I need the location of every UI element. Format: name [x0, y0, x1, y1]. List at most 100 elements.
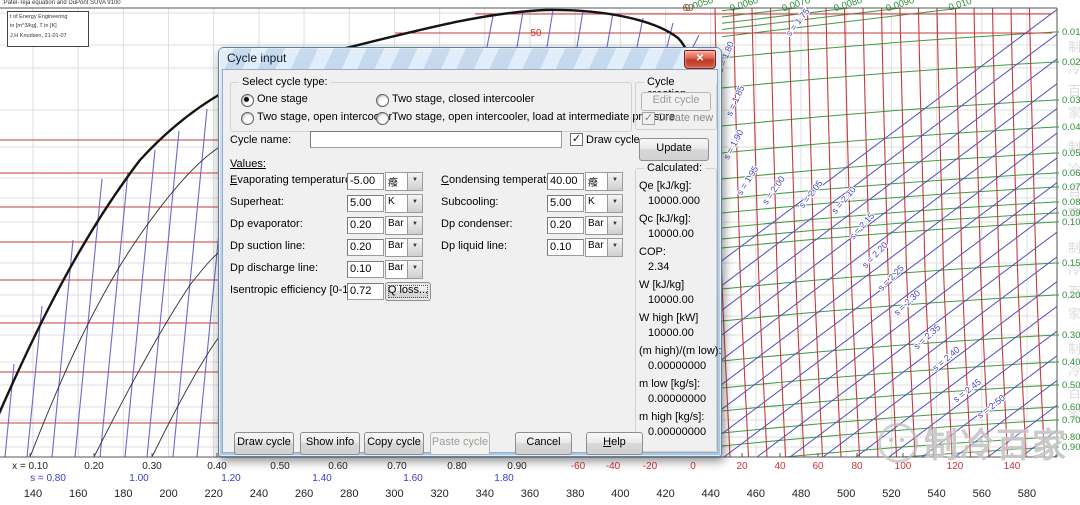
svg-text:0.20: 0.20: [84, 461, 104, 472]
svg-text:0.80: 0.80: [447, 461, 467, 472]
chevron-down-icon[interactable]: ▼: [407, 217, 422, 234]
calc-value: 10000.00: [648, 294, 694, 306]
calc-value: 10000.00: [648, 228, 694, 240]
chevron-down-icon[interactable]: ▼: [407, 261, 422, 278]
dp-condenser-input[interactable]: [547, 217, 584, 234]
radio-two-stage-open-intercooler-load-at-intermediate-pressure[interactable]: [376, 112, 389, 125]
unit-dropdown[interactable]: Bar ▼: [585, 216, 623, 235]
info-box-line: J.H Knudsen, 21-01-07: [10, 32, 86, 41]
value-row-label: Evaporating temperature:: [230, 174, 354, 186]
svg-text:160: 160: [69, 488, 87, 500]
evaporating-temperature-input[interactable]: [347, 173, 384, 190]
values-heading: Values:: [230, 158, 266, 170]
svg-text:420: 420: [656, 488, 674, 500]
q-loss-button[interactable]: Q loss...: [385, 282, 431, 301]
svg-text:40: 40: [774, 461, 786, 472]
calc-label: W high [kW]: [639, 312, 698, 324]
cancel-button[interactable]: Cancel: [515, 432, 572, 455]
superheat-input[interactable]: [347, 195, 384, 212]
svg-text:440: 440: [702, 488, 720, 500]
unit-dropdown[interactable]: Bar ▼: [385, 260, 423, 279]
radio-label: Two stage, open intercooler, load at int…: [392, 111, 675, 123]
copy-cycle-button[interactable]: Copy cycle: [364, 432, 424, 455]
paste-cycle-button[interactable]: Paste cycle: [430, 432, 490, 455]
unit-value: Bar: [386, 261, 407, 278]
svg-text:s = 2.20: s = 2.20: [860, 240, 890, 270]
edit-cycle-button[interactable]: Edit cycle: [641, 92, 711, 111]
svg-text:260: 260: [295, 488, 313, 500]
svg-text:s = 0.80: s = 0.80: [30, 473, 66, 484]
svg-text:480: 480: [792, 488, 810, 500]
chevron-down-icon[interactable]: ▼: [407, 173, 422, 190]
value-row-label: Superheat:: [230, 196, 284, 208]
chevron-down-icon[interactable]: ▼: [407, 239, 422, 256]
dp-discharge-line-input[interactable]: [347, 261, 384, 278]
svg-text:50: 50: [530, 28, 542, 39]
condensing-temperature-input[interactable]: [547, 173, 584, 190]
chevron-down-icon[interactable]: ▼: [607, 239, 622, 256]
unit-value: Bar: [586, 239, 607, 256]
svg-text:560: 560: [973, 488, 991, 500]
show-info-button[interactable]: Show info: [300, 432, 360, 455]
create-new-label: Create new: [657, 112, 713, 124]
svg-text:x = 0.10: x = 0.10: [12, 461, 48, 472]
svg-text:1.80: 1.80: [494, 473, 514, 484]
close-icon[interactable]: ✕: [684, 50, 716, 69]
calc-value: 0.00000000: [648, 360, 706, 372]
isentropic-efficiency-0-1-input[interactable]: [347, 283, 384, 300]
svg-text:80: 80: [851, 461, 863, 472]
unit-dropdown[interactable]: K ▼: [585, 194, 623, 213]
create-new-checkbox[interactable]: ✓: [642, 112, 655, 125]
unit-dropdown[interactable]: Bar ▼: [585, 238, 623, 257]
unit-dropdown[interactable]: 癈 ▼: [585, 172, 623, 191]
svg-text:320: 320: [430, 488, 448, 500]
svg-text:0: 0: [690, 461, 696, 472]
value-row-label: Dp evaporator:: [230, 218, 303, 230]
chevron-down-icon[interactable]: ▼: [407, 195, 422, 212]
draw-cycle-checkbox[interactable]: ✓: [570, 133, 583, 146]
svg-text:280: 280: [340, 488, 358, 500]
unit-value: 癈: [586, 173, 607, 190]
svg-text:100: 100: [895, 461, 912, 472]
unit-dropdown[interactable]: Bar ▼: [385, 216, 423, 235]
radio-two-stage-closed-intercooler[interactable]: [376, 94, 389, 107]
dp-liquid-line-input[interactable]: [547, 239, 584, 256]
unit-value: 癈: [386, 173, 407, 190]
calc-label: COP:: [639, 246, 666, 258]
dp-suction-line-input[interactable]: [347, 239, 384, 256]
svg-text:200: 200: [159, 488, 177, 500]
svg-text:s = 2.00: s = 2.00: [760, 174, 787, 206]
svg-text:520: 520: [882, 488, 900, 500]
svg-text:540: 540: [927, 488, 945, 500]
svg-text:1.00: 1.00: [129, 473, 149, 484]
help-button[interactable]: Help: [586, 432, 643, 455]
svg-text:-20: -20: [643, 461, 658, 472]
calc-label: m low [kg/s]:: [639, 378, 700, 390]
radio-one-stage[interactable]: [241, 94, 254, 107]
value-row-label: Dp suction line:: [230, 240, 305, 252]
chevron-down-icon[interactable]: ▼: [607, 217, 622, 234]
radio-label: Two stage, open intercooler: [257, 111, 392, 123]
dialog-title[interactable]: Cycle input: [219, 48, 721, 69]
draw-cycle-label: Draw cycle: [586, 134, 640, 146]
cycle-name-input[interactable]: [310, 131, 562, 148]
subcooling-input[interactable]: [547, 195, 584, 212]
unit-dropdown[interactable]: K ▼: [385, 194, 423, 213]
cycle-type-group: Select cycle type: One stage Two stage, …: [230, 82, 632, 132]
chevron-down-icon[interactable]: ▼: [607, 173, 622, 190]
unit-dropdown[interactable]: 癈 ▼: [385, 172, 423, 191]
draw-cycle-button[interactable]: Draw cycle: [234, 432, 294, 455]
svg-text:20: 20: [736, 461, 748, 472]
radio-two-stage-open-intercooler[interactable]: [241, 112, 254, 125]
calc-label: m high [kg/s]:: [639, 411, 704, 423]
dp-evaporator-input[interactable]: [347, 217, 384, 234]
chevron-down-icon[interactable]: ▼: [607, 195, 622, 212]
unit-dropdown[interactable]: Bar ▼: [385, 238, 423, 257]
svg-text:0.60: 0.60: [328, 461, 348, 472]
update-button[interactable]: Update: [639, 138, 709, 161]
svg-text:0.40: 0.40: [207, 461, 227, 472]
svg-text:580: 580: [1018, 488, 1036, 500]
calc-label: W [kJ/kg]: [639, 279, 684, 291]
calc-value: 2.34: [648, 261, 669, 273]
unit-value: K: [386, 195, 407, 212]
